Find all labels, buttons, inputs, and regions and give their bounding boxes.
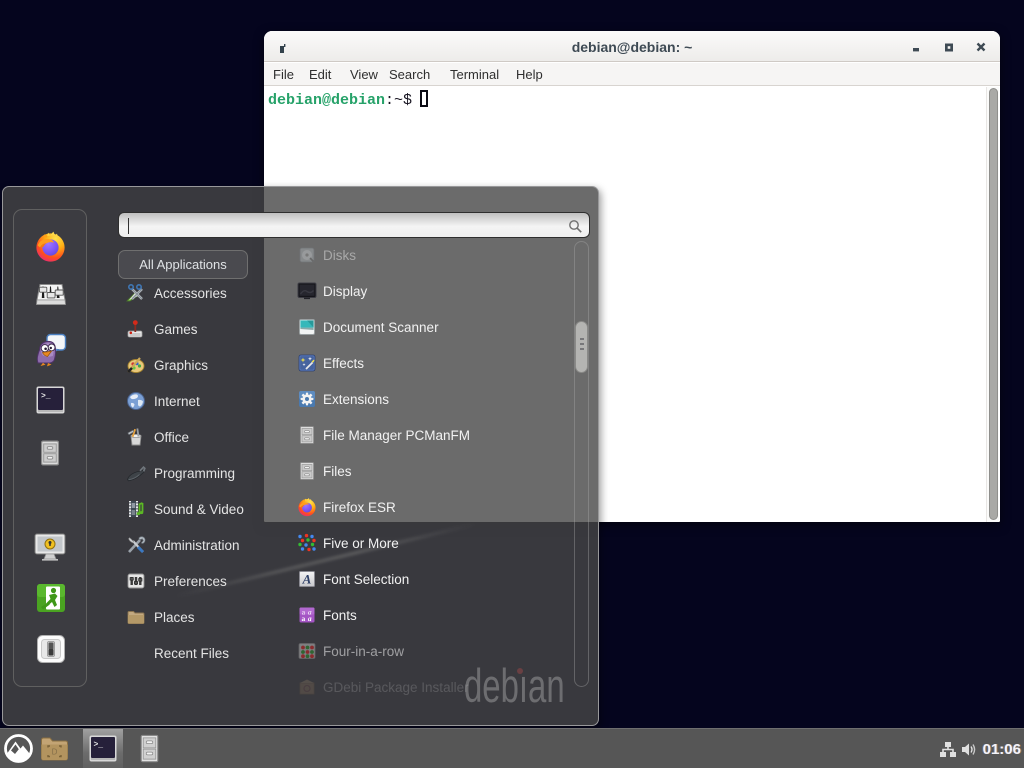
svg-text:a: a xyxy=(308,614,312,623)
svg-text:>_: >_ xyxy=(41,392,51,401)
svg-text:a: a xyxy=(302,614,306,623)
svg-text:D: D xyxy=(52,748,58,757)
svg-text:A: A xyxy=(302,572,312,587)
svg-text:>_: >_ xyxy=(94,741,104,750)
